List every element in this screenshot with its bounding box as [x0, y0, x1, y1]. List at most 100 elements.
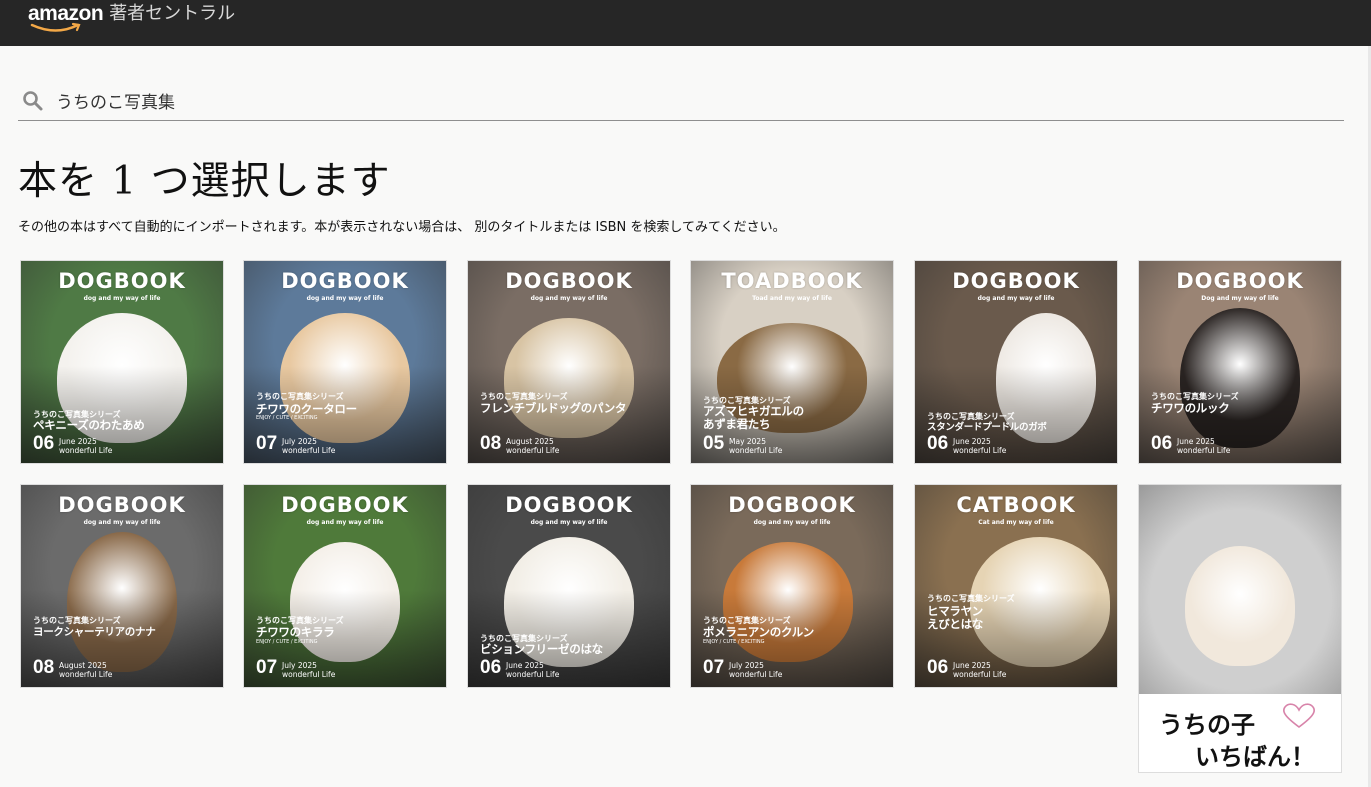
book-tagline: Dog and my way of life	[1201, 295, 1279, 302]
book-number: 05	[703, 433, 725, 454]
book-tagline: dog and my way of life	[306, 295, 384, 302]
book-tagline: dog and my way of life	[306, 519, 384, 526]
top-bar: amazon 著者セントラル	[0, 0, 1371, 46]
book-series: うちのこ写真集シリーズ	[33, 616, 121, 625]
book-tagline-small: ENJOY / CUTE / EXCITING	[256, 415, 318, 421]
book-month: June 2025	[953, 437, 991, 446]
book-month: June 2025	[953, 661, 991, 670]
amazon-author-central-logo[interactable]: amazon 著者セントラル	[28, 2, 235, 34]
book-brand: DOGBOOK	[281, 269, 409, 293]
book-tagline-small: ENJOY / CUTE / EXCITING	[256, 639, 318, 645]
book-card-special[interactable]: うちの子 いちばん！	[1138, 484, 1342, 773]
book-month: June 2025	[1177, 437, 1215, 446]
book-series: うちのこ写真集シリーズ	[927, 594, 1015, 603]
book-number: 07	[703, 657, 725, 678]
page-subtitle: その他の本はすべて自動的にインポートされます。本が表示されない場合は、 別のタイ…	[18, 220, 786, 235]
book-title: ポメラニアンのクルン	[703, 625, 814, 639]
book-subline: wonderful Life	[729, 670, 783, 679]
book-brand: DOGBOOK	[952, 269, 1080, 293]
book-date: June 2025 wonderful Life	[506, 661, 559, 679]
book-card[interactable]: DOGBOOK dog and my way of life うちのこ写真集シリ…	[467, 484, 671, 688]
cover-caption-line2: いちばん！	[1195, 743, 1315, 771]
book-subline: wonderful Life	[506, 446, 560, 455]
book-brand: DOGBOOK	[58, 269, 186, 293]
page-title: 本を 1 つ選択します	[18, 159, 391, 204]
book-date: June 2025 wonderful Life	[953, 437, 1006, 455]
book-number: 06	[1151, 433, 1173, 454]
book-title: ビションフリーゼのはな	[480, 642, 603, 656]
search-input[interactable]	[56, 86, 1336, 114]
search-bar	[18, 80, 1344, 121]
book-tagline: Toad and my way of life	[752, 295, 832, 302]
book-month: July 2025	[729, 661, 764, 670]
book-brand: DOGBOOK	[281, 493, 409, 517]
book-brand: DOGBOOK	[1176, 269, 1304, 293]
book-tagline: dog and my way of life	[753, 519, 831, 526]
book-subline: wonderful Life	[729, 446, 783, 455]
pet-photo	[1185, 545, 1295, 666]
book-date: July 2025 wonderful Life	[729, 661, 782, 679]
book-brand: TOADBOOK	[721, 269, 863, 293]
book-month: August 2025	[59, 661, 107, 670]
book-card[interactable]: DOGBOOK dog and my way of life うちのこ写真集シリ…	[20, 260, 224, 464]
book-title: フレンチブルドッグのパンタ	[480, 401, 627, 415]
book-number: 06	[927, 433, 949, 454]
book-title: チワワのルック	[1151, 401, 1230, 415]
book-subline: wonderful Life	[282, 670, 336, 679]
book-date: August 2025 wonderful Life	[59, 661, 112, 679]
book-brand: DOGBOOK	[728, 493, 856, 517]
book-card[interactable]: DOGBOOK dog and my way of life うちのこ写真集シリ…	[467, 260, 671, 464]
book-card[interactable]: TOADBOOK Toad and my way of life うちのこ写真集…	[690, 260, 894, 464]
book-title: チワワのキララ	[256, 625, 335, 639]
book-subline: wonderful Life	[59, 446, 113, 455]
book-date: May 2025 wonderful Life	[729, 437, 782, 455]
heart-icon	[1283, 703, 1315, 729]
book-number: 06	[927, 657, 949, 678]
book-card[interactable]: DOGBOOK dog and my way of life うちのこ写真集シリ…	[243, 260, 447, 464]
book-date: June 2025 wonderful Life	[953, 661, 1006, 679]
book-month: July 2025	[282, 661, 317, 670]
book-number: 07	[256, 433, 278, 454]
book-card[interactable]: DOGBOOK Dog and my way of life うちのこ写真集シリ…	[1138, 260, 1342, 464]
book-brand: CATBOOK	[956, 493, 1076, 517]
book-subline: wonderful Life	[506, 670, 560, 679]
book-tagline: dog and my way of life	[83, 295, 161, 302]
book-subline: wonderful Life	[282, 446, 336, 455]
amazon-smile-icon	[30, 22, 81, 32]
logo-subtitle: 著者セントラル	[109, 3, 236, 24]
book-month: July 2025	[282, 437, 317, 446]
book-tagline: dog and my way of life	[530, 295, 608, 302]
book-subline: wonderful Life	[953, 446, 1007, 455]
book-card[interactable]: CATBOOK Cat and my way of life うちのこ写真集シリ…	[914, 484, 1118, 688]
book-number: 08	[480, 433, 502, 454]
book-series: うちのこ写真集シリーズ	[256, 392, 344, 401]
book-card[interactable]: DOGBOOK dog and my way of life うちのこ写真集シリ…	[243, 484, 447, 688]
book-card[interactable]: DOGBOOK dog and my way of life うちのこ写真集シリ…	[690, 484, 894, 688]
book-number: 06	[33, 433, 55, 454]
book-tagline-small: ENJOY / CUTE / EXCITING	[703, 639, 765, 645]
book-date: August 2025 wonderful Life	[506, 437, 559, 455]
cover-caption-line1: うちの子	[1159, 711, 1255, 739]
book-date: July 2025 wonderful Life	[282, 437, 335, 455]
book-brand: DOGBOOK	[505, 493, 633, 517]
book-number: 08	[33, 657, 55, 678]
book-tagline: dog and my way of life	[530, 519, 608, 526]
book-date: June 2025 wonderful Life	[1177, 437, 1230, 455]
book-date: June 2025 wonderful Life	[59, 437, 112, 455]
book-month: June 2025	[59, 437, 97, 446]
book-number: 07	[256, 657, 278, 678]
book-month: June 2025	[506, 661, 544, 670]
book-title: アズマヒキガエルのあずま君たち	[703, 404, 804, 431]
book-title: ペキニーズのわたあめ	[33, 418, 145, 432]
book-tagline: dog and my way of life	[977, 295, 1055, 302]
book-card[interactable]: DOGBOOK dog and my way of life うちのこ写真集シリ…	[914, 260, 1118, 464]
book-brand: DOGBOOK	[505, 269, 633, 293]
book-tagline: Cat and my way of life	[978, 519, 1054, 526]
book-number: 06	[480, 657, 502, 678]
book-date: July 2025 wonderful Life	[282, 661, 335, 679]
book-subline: wonderful Life	[953, 670, 1007, 679]
search-icon	[23, 91, 43, 111]
book-subline: wonderful Life	[1177, 446, 1231, 455]
book-subline: wonderful Life	[59, 670, 113, 679]
book-card[interactable]: DOGBOOK dog and my way of life うちのこ写真集シリ…	[20, 484, 224, 688]
